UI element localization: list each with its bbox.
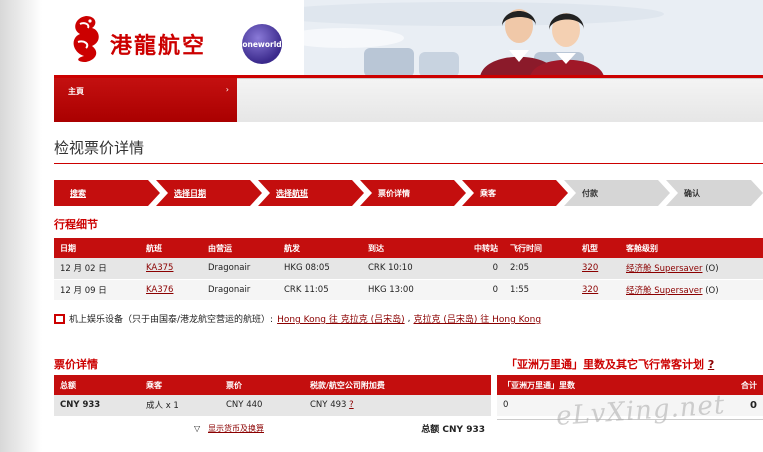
aircraft-link[interactable]: 320 bbox=[582, 285, 598, 295]
booking-steps: 搜索 选择日期 选择航班 票价详情 乘客 付款 确认 bbox=[54, 180, 763, 206]
col-flight: 航班 bbox=[140, 238, 202, 258]
col-tax: 税款/航空公司附加费 bbox=[304, 375, 491, 395]
col-date: 日期 bbox=[54, 238, 140, 258]
page-title: 检视票价详情 bbox=[54, 139, 145, 157]
col-duration: 飞行时间 bbox=[504, 238, 576, 258]
step-select-flight-link[interactable]: 选择航班 bbox=[276, 188, 308, 199]
duration: 2:05 bbox=[504, 258, 576, 280]
fare-table: 总额 乘客 票价 税款/航空公司附加费 CNY 933 成人 x 1 CNY 4… bbox=[54, 375, 491, 417]
table-row: CNY 933 成人 x 1 CNY 440 CNY 493 ? bbox=[54, 395, 491, 417]
page-shadow bbox=[0, 0, 42, 452]
miles-heading-text: 「亚洲万里通」里数及其它飞行常客计划 bbox=[506, 358, 704, 371]
main-menu: 主頁 › bbox=[54, 78, 237, 122]
fare-footer: ▽ 显示货币及换算 总额 CNY 933 bbox=[54, 419, 491, 438]
miles-help-link[interactable]: ? bbox=[708, 358, 714, 371]
stops: 0 bbox=[458, 279, 504, 301]
dragon-logo-icon bbox=[73, 16, 99, 62]
step-search[interactable]: 搜索 bbox=[54, 180, 160, 206]
miles-heading: 「亚洲万里通」里数及其它飞行常客计划 ? bbox=[506, 356, 714, 372]
chevron-right-icon: › bbox=[225, 85, 229, 94]
departure: CRK 11:05 bbox=[278, 279, 362, 301]
menu-bar-fill bbox=[237, 78, 763, 122]
stops: 0 bbox=[458, 258, 504, 280]
flight-date: 12 月 09 日 bbox=[54, 279, 140, 301]
itinerary-heading: 行程细节 bbox=[54, 218, 98, 231]
step-passengers-label: 乘客 bbox=[480, 188, 496, 198]
fare-amount: CNY 440 bbox=[220, 395, 304, 417]
itinerary-table: 日期 航班 由营运 航发 到达 中转站 飞行时间 机型 客舱级别 12 月 02… bbox=[54, 238, 763, 301]
table-row: 12 月 09 日 KA376 Dragonair CRK 11:05 HKG … bbox=[54, 279, 763, 301]
flight-number-link[interactable]: KA376 bbox=[146, 285, 173, 295]
step-select-flight[interactable]: 选择航班 bbox=[258, 180, 364, 206]
operator: Dragonair bbox=[202, 279, 278, 301]
brand-name: 港龍航空 bbox=[110, 33, 207, 59]
aircraft-link[interactable]: 320 bbox=[582, 263, 598, 273]
entertainment-link-return[interactable]: 克拉克 (吕宋岛) 往 Hong Kong bbox=[414, 312, 542, 325]
step-fare-details-label: 票价详情 bbox=[378, 188, 410, 198]
step-payment: 付款 bbox=[564, 180, 670, 206]
flight-date: 12 月 02 日 bbox=[54, 258, 140, 280]
chevron-down-icon: ▽ bbox=[194, 424, 201, 433]
duration: 1:55 bbox=[504, 279, 576, 301]
col-aircraft: 机型 bbox=[576, 238, 620, 258]
col-total: 总额 bbox=[54, 375, 140, 395]
col-stops: 中转站 bbox=[458, 238, 504, 258]
departure: HKG 08:05 bbox=[278, 258, 362, 280]
step-fare-details: 票价详情 bbox=[360, 180, 466, 206]
step-select-date-link[interactable]: 选择日期 bbox=[174, 188, 206, 199]
nav-home-link[interactable]: 主頁 bbox=[68, 86, 84, 97]
title-divider bbox=[54, 163, 763, 164]
col-miles: 「亚洲万里通」里数 bbox=[497, 375, 703, 395]
entertainment-separator: , bbox=[407, 313, 411, 324]
passenger-count: 成人 x 1 bbox=[140, 395, 220, 417]
cabin-code: (O) bbox=[705, 285, 719, 296]
oneworld-logo: oneworld bbox=[242, 24, 282, 64]
col-operator: 由营运 bbox=[202, 238, 278, 258]
cabin-code: (O) bbox=[705, 264, 719, 275]
entertainment-label: 机上娱乐设备（只于由国泰/港龙航空营运的航班）: bbox=[69, 315, 274, 325]
step-select-date[interactable]: 选择日期 bbox=[156, 180, 262, 206]
entertainment-link-outbound[interactable]: Hong Kong 往 克拉克 (吕宋岛) bbox=[277, 312, 405, 325]
tax-amount: CNY 493 bbox=[310, 400, 347, 411]
entertainment-row: 机上娱乐设备（只于由国泰/港龙航空营运的航班）: Hong Kong 往 克拉克… bbox=[54, 312, 541, 325]
col-fare: 票价 bbox=[220, 375, 304, 395]
arrival: HKG 13:00 bbox=[362, 279, 458, 301]
step-confirm-label: 确认 bbox=[684, 188, 700, 198]
step-passengers: 乘客 bbox=[462, 180, 568, 206]
flight-number-link[interactable]: KA375 bbox=[146, 263, 173, 273]
arrival: CRK 10:10 bbox=[362, 258, 458, 280]
table-row: 12 月 02 日 KA375 Dragonair HKG 08:05 CRK … bbox=[54, 258, 763, 280]
site-header: 港龍航空 oneworld bbox=[54, 0, 763, 77]
step-search-link[interactable]: 搜索 bbox=[70, 188, 86, 199]
step-confirm: 确认 bbox=[666, 180, 763, 206]
fare-grand-total: 总额 CNY 933 bbox=[421, 425, 485, 435]
fare-total: CNY 933 bbox=[54, 395, 140, 417]
fare-heading: 票价详情 bbox=[54, 358, 98, 371]
operator: Dragonair bbox=[202, 258, 278, 280]
step-payment-label: 付款 bbox=[582, 188, 598, 198]
cabin-class-link[interactable]: 经济舱 Supersaver bbox=[626, 286, 703, 296]
col-passenger: 乘客 bbox=[140, 375, 220, 395]
show-currency-link[interactable]: 显示货币及换算 bbox=[208, 423, 264, 434]
col-arrive: 到达 bbox=[362, 238, 458, 258]
col-cabin: 客舱级别 bbox=[620, 238, 763, 258]
col-depart: 航发 bbox=[278, 238, 362, 258]
fare-header-row: 总额 乘客 票价 税款/航空公司附加费 bbox=[54, 375, 491, 395]
cabin-crew-banner bbox=[304, 0, 763, 77]
tax-help-link[interactable]: ? bbox=[349, 400, 354, 410]
itinerary-header-row: 日期 航班 由营运 航发 到达 中转站 飞行时间 机型 客舱级别 bbox=[54, 238, 763, 258]
cabin-class-link[interactable]: 经济舱 Supersaver bbox=[626, 264, 703, 274]
tv-icon bbox=[54, 313, 65, 324]
